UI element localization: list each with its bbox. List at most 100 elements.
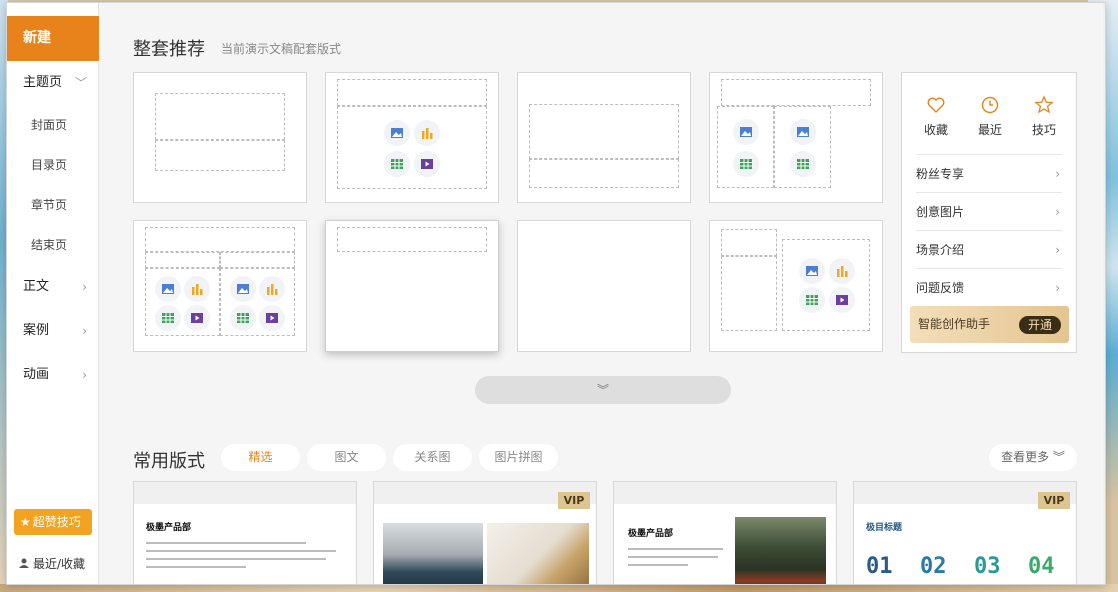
table-icon [230, 305, 256, 331]
placeholder-box [337, 79, 487, 106]
view-more-button[interactable]: 查看更多 ︾ [989, 444, 1077, 471]
layout-template-1[interactable] [133, 72, 307, 203]
thumbnail-title: 极目标题 [866, 523, 903, 533]
tab-image-text[interactable]: 图文 [307, 444, 386, 471]
tab-featured[interactable]: 精选 [221, 444, 300, 471]
new-slide-panel: 新建 主题页 ﹀ 封面页 目录页 章节页 结束页 正文 › 案例 › 动画 › … [6, 2, 1106, 585]
tips-label: 技巧 [1031, 123, 1056, 137]
vertical-scrollbar[interactable]: ▲ [1103, 3, 1106, 584]
tips-link[interactable]: 技巧 [1019, 95, 1069, 138]
main-content: 整套推荐 当前演示文稿配套版式 收藏 最近 技巧 粉丝专享 › 创意图片 › 场… [99, 3, 1105, 584]
photo-window [487, 523, 589, 584]
placeholder-box [220, 268, 295, 336]
recent-favorites-button[interactable]: 最近/收藏 [19, 555, 85, 572]
layout-template-2[interactable] [325, 72, 499, 203]
chart-icon [184, 276, 210, 302]
menu-item-fans[interactable]: 粉丝专享 › [916, 154, 1062, 192]
section-title-recommend: 整套推荐 [133, 39, 205, 60]
layout-template-5[interactable] [133, 220, 307, 352]
placeholder-box [721, 79, 871, 106]
placeholder-box [721, 229, 777, 256]
favorites-button[interactable]: 收藏 [911, 95, 961, 138]
sidebar-item-cover[interactable]: 封面页 [7, 109, 99, 141]
star-outline-icon [1034, 95, 1054, 114]
layout-thumbnail[interactable]: VIP 极目标题 01 02 03 04 [853, 481, 1077, 584]
table-icon [155, 305, 181, 331]
recent-favorites-label: 最近/收藏 [33, 557, 86, 571]
tab-photo-collage[interactable]: 图片拼图 [479, 444, 558, 471]
recent-label: 最近 [977, 123, 1002, 137]
thumbnail-title: 极墨产品部 [146, 523, 192, 533]
image-icon [230, 276, 256, 302]
sidebar-item-ending[interactable]: 结束页 [7, 229, 99, 261]
placeholder-box [337, 106, 487, 189]
expand-more-button[interactable]: ︾ [475, 376, 731, 404]
placeholder-box [155, 140, 285, 171]
placeholder-box [529, 159, 679, 188]
layout-template-6[interactable] [325, 220, 499, 352]
sidebar-item-chapter[interactable]: 章节页 [7, 189, 99, 221]
video-icon [414, 151, 440, 177]
chevron-right-icon: › [1055, 205, 1060, 219]
sidebar-item-body[interactable]: 正文 › [7, 269, 99, 305]
heart-icon [927, 97, 945, 113]
layout-thumbnail[interactable]: 极墨产品部 [613, 481, 837, 584]
sidebar-item-toc[interactable]: 目录页 [7, 149, 99, 181]
scroll-thumb[interactable] [1105, 21, 1106, 251]
number-label: 02 [920, 554, 947, 579]
placeholder-box [717, 106, 774, 188]
placeholder-box [721, 256, 777, 331]
image-icon [799, 258, 825, 284]
ai-assistant-banner[interactable]: 智能创作助手 开通 [910, 306, 1069, 343]
placeholder-box [782, 239, 870, 331]
layout-thumbnail[interactable]: VIP [373, 481, 597, 584]
vip-badge: VIP [558, 492, 590, 509]
menu-item-feedback[interactable]: 问题反馈 › [916, 268, 1062, 306]
background-bottom [0, 584, 1118, 592]
image-icon [384, 120, 410, 146]
sidebar-item-animation[interactable]: 动画 › [7, 357, 99, 393]
chevron-right-icon: › [1055, 167, 1060, 181]
number-label: 01 [866, 554, 893, 579]
thumbnail-title: 极墨产品部 [628, 529, 674, 539]
tab-diagram[interactable]: 关系图 [393, 444, 472, 471]
quick-panel: 收藏 最近 技巧 粉丝专享 › 创意图片 › 场景介绍 › 问题反馈 › 智能创… [901, 72, 1077, 353]
text-line [146, 558, 326, 560]
recent-button[interactable]: 最近 [965, 95, 1015, 138]
chevron-right-icon: › [82, 280, 87, 294]
layout-template-4[interactable] [709, 72, 883, 203]
thumbnail-header-band [134, 482, 356, 504]
sidebar: 新建 主题页 ﹀ 封面页 目录页 章节页 结束页 正文 › 案例 › 动画 › … [7, 3, 99, 584]
number-label: 04 [1028, 554, 1055, 579]
chevron-right-icon: › [1055, 281, 1060, 295]
image-icon [155, 276, 181, 302]
vip-badge: VIP [1038, 492, 1070, 509]
menu-item-creative-images[interactable]: 创意图片 › [916, 192, 1062, 230]
chart-icon [829, 258, 855, 284]
section-title-common-layouts: 常用版式 [133, 451, 205, 472]
chevron-down-icon: ﹀ [74, 76, 87, 90]
menu-item-label: 粉丝专享 [916, 167, 965, 181]
sidebar-item-cases[interactable]: 案例 › [7, 313, 99, 349]
placeholder-box [220, 252, 295, 268]
layout-thumbnail[interactable]: 极墨产品部 [133, 481, 357, 584]
ai-open-button[interactable]: 开通 [1018, 316, 1061, 334]
tips-button[interactable]: ★ 超赞技巧 [14, 509, 92, 535]
layout-template-8[interactable] [709, 220, 883, 352]
sidebar-item-new[interactable]: 新建 [7, 16, 99, 61]
placeholder-box [145, 252, 220, 268]
user-icon [19, 558, 29, 568]
menu-item-scene-intro[interactable]: 场景介绍 › [916, 230, 1062, 268]
chevron-right-icon: › [82, 324, 87, 338]
placeholder-box [774, 106, 831, 188]
menu-item-label: 创意图片 [916, 205, 965, 219]
chevron-right-icon: › [82, 368, 87, 382]
scroll-up-arrow-icon[interactable]: ▲ [1105, 7, 1106, 16]
video-icon [829, 287, 855, 313]
layout-template-7[interactable] [517, 220, 691, 352]
sidebar-item-label: 主题页 [23, 75, 63, 90]
layout-template-3[interactable] [517, 72, 691, 203]
sidebar-item-label: 案例 [23, 323, 50, 338]
photo-mountain [383, 523, 483, 584]
sidebar-item-theme-pages[interactable]: 主题页 ﹀ [7, 65, 99, 101]
